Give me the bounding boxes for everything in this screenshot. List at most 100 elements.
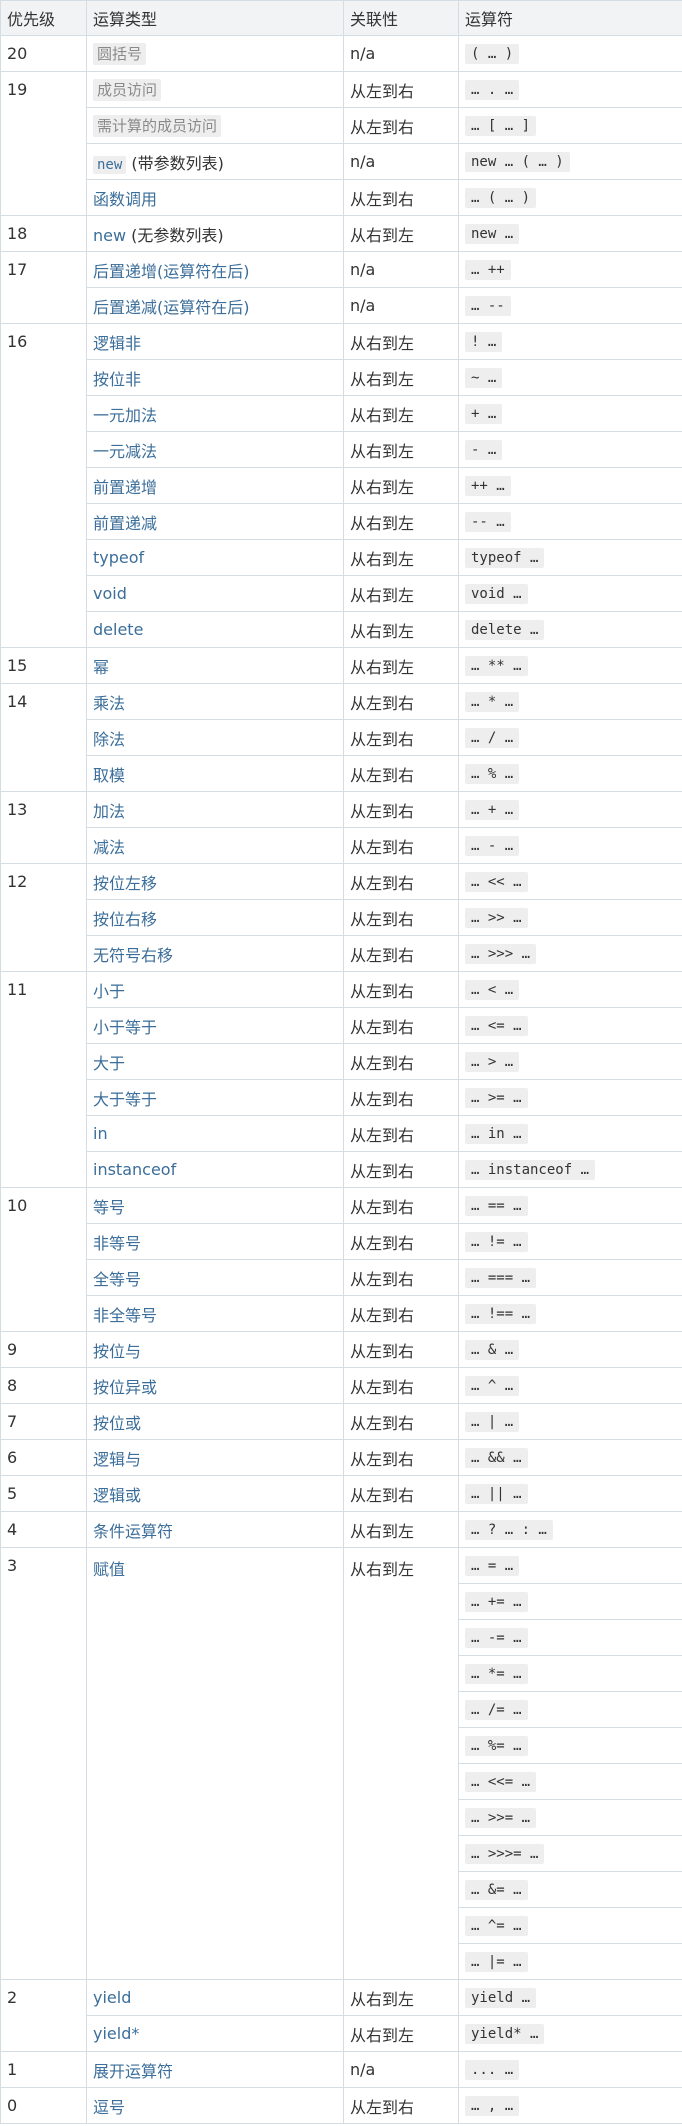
- associativity-cell: 从左到右: [343, 1403, 459, 1440]
- operation-type-link[interactable]: new: [93, 155, 127, 174]
- table-row: 8 按位异或 从左到右 … ^ …: [0, 1367, 682, 1404]
- operation-type-link[interactable]: 无符号右移: [93, 946, 173, 965]
- operator-syntax: new …: [465, 224, 520, 244]
- operation-type-link[interactable]: 按位右移: [93, 910, 157, 929]
- operator-syntax: … ** …: [465, 656, 528, 676]
- operation-type-link[interactable]: typeof: [93, 548, 144, 567]
- operation-type-link[interactable]: 展开运算符: [93, 2062, 173, 2081]
- table-row: 17 后置递增(运算符在后) n/a … ++: [0, 251, 682, 324]
- operator-cell: … - …: [458, 827, 682, 864]
- operation-type-link[interactable]: 减法: [93, 838, 125, 857]
- operation-type-link[interactable]: 全等号: [93, 1270, 141, 1289]
- operation-type-link[interactable]: 等号: [93, 1198, 125, 1217]
- operation-type-link[interactable]: in: [93, 1124, 108, 1143]
- operator-syntax: … & …: [465, 1340, 520, 1360]
- operator-cell: ++ …: [458, 467, 682, 504]
- operation-type-link[interactable]: 逻辑非: [93, 334, 141, 353]
- table-row: 按位右移 从左到右 … >> …: [1, 899, 682, 936]
- operator-syntax: … ( … ): [465, 188, 537, 208]
- operation-type-link[interactable]: 条件运算符: [93, 1522, 173, 1541]
- operation-type-link[interactable]: delete: [93, 620, 143, 639]
- operator-cell: … in …: [458, 1115, 682, 1152]
- operator-syntax: … >>= …: [465, 1808, 537, 1828]
- header-associativity: 关联性: [343, 0, 459, 36]
- operation-type-link[interactable]: 小于: [93, 982, 125, 1001]
- associativity-cell: 从左到右: [343, 1007, 459, 1044]
- precedence-cell: 14: [0, 683, 87, 792]
- table-row: 12 按位左移 从左到右… << …: [0, 863, 682, 972]
- operation-type-link[interactable]: 除法: [93, 730, 125, 749]
- associativity-cell: 从左到右: [343, 1331, 459, 1368]
- table-row: 20 圆括号 n/a ( … ): [0, 35, 682, 72]
- operation-type-link[interactable]: 乘法: [93, 694, 125, 713]
- operation-type-link[interactable]: 圆括号: [93, 43, 147, 65]
- operation-type-link[interactable]: 按位异或: [93, 1378, 157, 1397]
- operator-syntax: … &= …: [465, 1880, 528, 1900]
- operator-syntax: ~ …: [465, 368, 503, 388]
- operation-type-link[interactable]: 非全等号: [93, 1306, 157, 1325]
- operator-cell: … &= …: [458, 1871, 682, 1908]
- operator-syntax: … < …: [465, 980, 520, 1000]
- operation-type-link[interactable]: 按位非: [93, 370, 141, 389]
- operation-type-cell: 加法: [86, 791, 344, 828]
- operation-type-link[interactable]: 按位或: [93, 1414, 141, 1433]
- operation-type-link[interactable]: 后置递减(运算符在后): [93, 298, 250, 317]
- associativity-cell: 从右到左: [343, 503, 459, 540]
- operation-type-link[interactable]: 成员访问: [93, 79, 162, 101]
- operation-type-link[interactable]: instanceof: [93, 1160, 176, 1179]
- operation-type-link[interactable]: yield*: [93, 2024, 139, 2043]
- operation-type-link[interactable]: yield: [93, 1988, 131, 2007]
- operation-type-link[interactable]: 逻辑或: [93, 1486, 141, 1505]
- associativity-cell: 从左到右: [343, 791, 459, 828]
- table-header-row: 优先级 运算类型 关联性 运算符: [0, 0, 682, 36]
- operation-type-cell: delete: [86, 611, 344, 648]
- operation-type-suffix: (带参数列表): [126, 153, 224, 173]
- operation-type-link[interactable]: 非等号: [93, 1234, 141, 1253]
- table-row: 7 按位或 从左到右 … | …: [0, 1403, 682, 1440]
- operator-cell: yield* …: [458, 2015, 682, 2052]
- operation-type-link[interactable]: 后置递增(运算符在后): [93, 262, 250, 281]
- operation-type-link[interactable]: 逗号: [93, 2098, 125, 2117]
- operation-type-link[interactable]: 大于等于: [93, 1090, 157, 1109]
- operation-type-link[interactable]: new: [93, 226, 126, 245]
- operator-cell: … ++: [458, 251, 682, 288]
- header-precedence: 优先级: [0, 0, 87, 36]
- operation-type-link[interactable]: 需计算的成员访问: [93, 115, 222, 137]
- operation-type-link[interactable]: 按位与: [93, 1342, 141, 1361]
- operator-cell: typeof …: [458, 539, 682, 576]
- associativity-cell: 从左到右: [343, 107, 459, 144]
- operation-type-link[interactable]: 小于等于: [93, 1018, 157, 1037]
- operation-type-link[interactable]: void: [93, 584, 127, 603]
- operation-type-link[interactable]: 取模: [93, 766, 125, 785]
- operation-type-link[interactable]: 按位左移: [93, 874, 157, 893]
- operation-type-link[interactable]: 大于: [93, 1054, 125, 1073]
- associativity-cell: 从右到左: [343, 575, 459, 612]
- table-row: 小于等于 从左到右 … <= …: [1, 1007, 682, 1044]
- precedence-cell: 18: [0, 215, 87, 252]
- operation-type-link[interactable]: 一元加法: [93, 406, 157, 425]
- operator-cell: … -= …: [458, 1619, 682, 1656]
- operator-precedence-table: 优先级 运算类型 关联性 运算符 20 圆括号 n/a( … ) 19 成员访问 从左到右…: [0, 0, 682, 2124]
- operator-syntax: … | …: [465, 1412, 520, 1432]
- table-row: instanceof 从左到右 … instanceof …: [1, 1151, 682, 1188]
- table-row: 5 逻辑或 从左到右 … || …: [0, 1475, 682, 1512]
- precedence-cell: 9: [0, 1331, 87, 1368]
- operator-cell: … == …: [458, 1187, 682, 1224]
- operator-syntax: … %= …: [465, 1736, 528, 1756]
- operation-type-link[interactable]: 加法: [93, 802, 125, 821]
- operator-syntax: … *= …: [465, 1664, 528, 1684]
- operation-type-link[interactable]: 幂: [93, 658, 109, 677]
- operation-type-cell: 逻辑或: [86, 1475, 344, 1512]
- table-row: 9 按位与 从左到右 … & …: [0, 1331, 682, 1368]
- operation-type-cell: 一元加法: [86, 395, 344, 432]
- operation-type-link[interactable]: 逻辑与: [93, 1450, 141, 1469]
- operation-type-cell: 逻辑与: [86, 1439, 344, 1476]
- operation-type-link[interactable]: 前置递减: [93, 514, 157, 533]
- operation-type-link[interactable]: 赋值: [93, 1560, 125, 1579]
- operation-type-cell: 小于: [86, 971, 344, 1008]
- table-row: 15 幂 从右到左 … ** …: [0, 647, 682, 684]
- operator-syntax: ! …: [465, 332, 503, 352]
- operation-type-link[interactable]: 前置递增: [93, 478, 157, 497]
- operation-type-link[interactable]: 一元减法: [93, 442, 157, 461]
- operation-type-link[interactable]: 函数调用: [93, 190, 157, 209]
